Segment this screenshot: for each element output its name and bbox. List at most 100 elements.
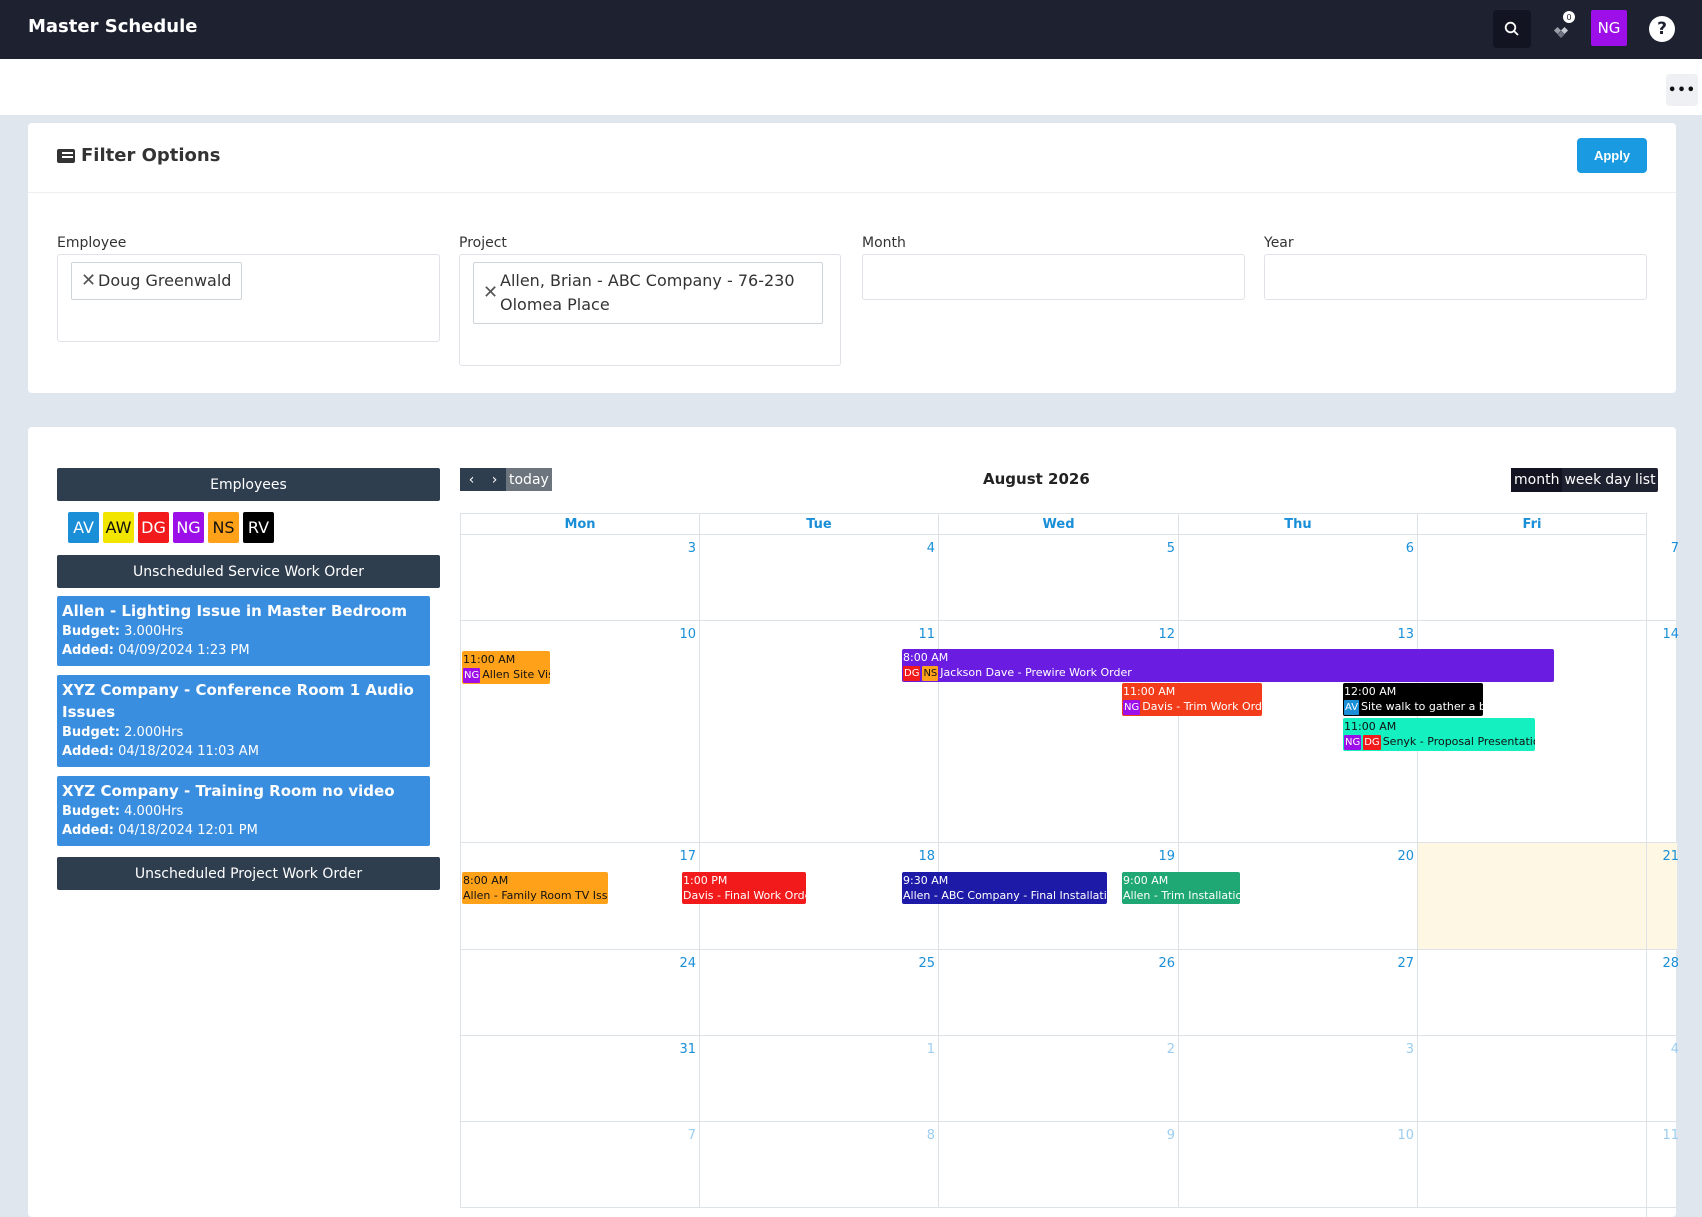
project-field[interactable]: ✕ Allen, Brian - ABC Company - 76-230 Ol… bbox=[459, 254, 841, 366]
employees-header[interactable]: Employees bbox=[57, 468, 440, 501]
day-cell[interactable]: 1 bbox=[699, 1036, 939, 1122]
day-number[interactable]: 5 bbox=[1167, 541, 1175, 556]
work-order-card[interactable]: XYZ Company - Training Room no video Bud… bbox=[57, 776, 430, 846]
view-day-button[interactable]: day bbox=[1603, 468, 1633, 492]
day-cell[interactable]: 5 bbox=[938, 535, 1179, 621]
prev-month-button[interactable]: ‹ bbox=[460, 468, 483, 491]
day-cell[interactable]: 10 bbox=[1178, 1122, 1418, 1208]
day-number[interactable]: 14 bbox=[1662, 627, 1679, 642]
day-number[interactable]: 25 bbox=[918, 956, 935, 971]
work-order-card[interactable]: XYZ Company - Conference Room 1 Audio Is… bbox=[57, 675, 430, 767]
day-number[interactable]: 17 bbox=[679, 849, 696, 864]
employee-label: Employee bbox=[57, 235, 127, 251]
day-number[interactable]: 2 bbox=[1167, 1042, 1175, 1057]
day-number[interactable]: 28 bbox=[1662, 956, 1679, 971]
employee-badge[interactable]: NS bbox=[208, 512, 239, 543]
weekday-header: Fri bbox=[1417, 513, 1647, 535]
employee-badge[interactable]: NG bbox=[173, 512, 204, 543]
day-cell[interactable]: 24 bbox=[460, 950, 700, 1036]
day-number[interactable]: 4 bbox=[1671, 1042, 1679, 1057]
day-cell[interactable]: 6 bbox=[1178, 535, 1418, 621]
day-number[interactable]: 12 bbox=[1158, 627, 1175, 642]
day-number[interactable]: 7 bbox=[688, 1128, 696, 1143]
day-number[interactable]: 13 bbox=[1397, 627, 1414, 642]
day-cell[interactable]: 21 bbox=[1417, 843, 1679, 950]
budget-value: 3.000Hrs bbox=[124, 624, 184, 639]
calendar-event[interactable]: 8:00 AM Allen - Family Room TV Issue bbox=[462, 872, 608, 904]
day-cell[interactable]: 27 bbox=[1178, 950, 1418, 1036]
employee-badge[interactable]: RV bbox=[243, 512, 274, 543]
view-month-button[interactable]: month bbox=[1511, 468, 1563, 492]
event-employee-tag: DG bbox=[1363, 735, 1381, 750]
calendar-event[interactable]: 11:00 AM NG DG Senyk - Proposal Presentatio… bbox=[1343, 718, 1535, 751]
day-cell[interactable]: 4 bbox=[1417, 1036, 1679, 1122]
apps-button[interactable]: 0 bbox=[1543, 10, 1581, 48]
day-cell[interactable]: 11 bbox=[1417, 1122, 1679, 1208]
day-number[interactable]: 1 bbox=[927, 1042, 935, 1057]
day-cell[interactable]: 7 bbox=[1417, 535, 1679, 621]
day-number[interactable]: 8 bbox=[927, 1128, 935, 1143]
day-number[interactable]: 10 bbox=[1397, 1128, 1414, 1143]
employee-field[interactable]: ✕ Doug Greenwald bbox=[57, 254, 440, 342]
day-number[interactable]: 24 bbox=[679, 956, 696, 971]
day-cell[interactable]: 31 bbox=[460, 1036, 700, 1122]
apply-button[interactable]: Apply bbox=[1577, 138, 1647, 173]
day-number[interactable]: 21 bbox=[1662, 849, 1679, 864]
day-cell[interactable]: 4 bbox=[699, 535, 939, 621]
day-cell[interactable]: 9 bbox=[938, 1122, 1179, 1208]
remove-project-icon[interactable]: ✕ bbox=[483, 281, 498, 305]
day-number[interactable]: 7 bbox=[1671, 541, 1679, 556]
day-cell[interactable]: 7 bbox=[460, 1122, 700, 1208]
project-label: Project bbox=[459, 235, 507, 251]
unscheduled-service-header[interactable]: Unscheduled Service Work Order bbox=[57, 555, 440, 588]
day-number[interactable]: 4 bbox=[927, 541, 935, 556]
calendar-event[interactable]: 9:30 AM Allen - ABC Company - Final Insta… bbox=[902, 872, 1107, 904]
day-number[interactable]: 26 bbox=[1158, 956, 1175, 971]
event-title: Site walk to gather a bid bbox=[1361, 700, 1483, 713]
help-button[interactable]: ? bbox=[1643, 10, 1681, 48]
employee-badge[interactable]: DG bbox=[138, 512, 169, 543]
event-employee-tag: NG bbox=[463, 668, 481, 683]
day-number[interactable]: 11 bbox=[918, 627, 935, 642]
day-number[interactable]: 27 bbox=[1397, 956, 1414, 971]
year-field[interactable] bbox=[1264, 254, 1647, 300]
day-number[interactable]: 6 bbox=[1406, 541, 1414, 556]
today-button[interactable]: today bbox=[506, 468, 552, 491]
day-number[interactable]: 19 bbox=[1158, 849, 1175, 864]
calendar-event[interactable]: 11:00 AM NGAllen Site Visit bbox=[462, 651, 550, 684]
calendar-event[interactable]: 1:00 PM Davis - Final Work Order bbox=[682, 872, 806, 904]
day-cell[interactable]: 3 bbox=[460, 535, 700, 621]
event-title: Allen Site Visit bbox=[482, 668, 550, 681]
remove-employee-icon[interactable]: ✕ bbox=[81, 269, 96, 293]
unscheduled-project-header[interactable]: Unscheduled Project Work Order bbox=[57, 857, 440, 890]
calendar-event[interactable]: 12:00 AM AV Site walk to gather a bid bbox=[1343, 683, 1483, 716]
work-order-card[interactable]: Allen - Lighting Issue in Master Bedroom… bbox=[57, 596, 430, 666]
calendar-event[interactable]: 8:00 AM DG NS Jackson Dave - Prewire Work O… bbox=[902, 649, 1554, 682]
month-field[interactable] bbox=[862, 254, 1245, 300]
view-list-button[interactable]: list bbox=[1633, 468, 1658, 492]
view-week-button[interactable]: week bbox=[1562, 468, 1603, 492]
day-number[interactable]: 11 bbox=[1662, 1128, 1679, 1143]
day-number[interactable]: 10 bbox=[679, 627, 696, 642]
employee-badge[interactable]: AW bbox=[103, 512, 134, 543]
day-number[interactable]: 3 bbox=[1406, 1042, 1414, 1057]
day-number[interactable]: 18 bbox=[918, 849, 935, 864]
day-cell[interactable]: 26 bbox=[938, 950, 1179, 1036]
day-cell[interactable]: 2 bbox=[938, 1036, 1179, 1122]
day-number[interactable]: 9 bbox=[1167, 1128, 1175, 1143]
day-cell[interactable]: 25 bbox=[699, 950, 939, 1036]
day-cell[interactable]: 8 bbox=[699, 1122, 939, 1208]
day-number[interactable]: 3 bbox=[688, 541, 696, 556]
employee-badge[interactable]: AV bbox=[68, 512, 99, 543]
user-avatar[interactable]: NG bbox=[1591, 10, 1627, 46]
day-number[interactable]: 20 bbox=[1397, 849, 1414, 864]
calendar-event[interactable]: 9:00 AM Allen - Trim Installation bbox=[1122, 872, 1240, 904]
event-employee-tag: NG bbox=[1344, 735, 1362, 750]
day-cell[interactable]: 3 bbox=[1178, 1036, 1418, 1122]
day-number[interactable]: 31 bbox=[679, 1042, 696, 1057]
next-month-button[interactable]: › bbox=[483, 468, 506, 491]
more-options-button[interactable]: ••• bbox=[1666, 74, 1698, 106]
calendar-event[interactable]: 11:00 AM NG Davis - Trim Work Order bbox=[1122, 683, 1262, 716]
day-cell[interactable]: 28 bbox=[1417, 950, 1679, 1036]
search-button[interactable] bbox=[1493, 10, 1531, 48]
